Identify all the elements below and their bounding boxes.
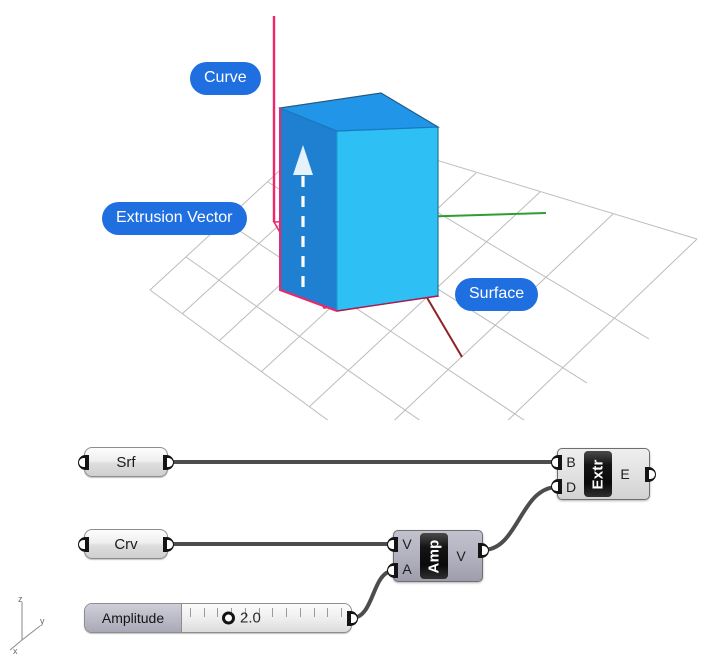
slider-track[interactable]: 2.0 [182,604,351,632]
slider-tick [217,608,219,617]
slider-knob[interactable] [222,611,235,625]
extrude-output-ports: E [612,449,638,499]
gizmo-label-y: y [40,616,45,626]
wire-slider-to-amp-a [351,569,393,620]
slider-tick [203,608,205,617]
axis-gizmo: z y x [9,596,45,656]
slider-tick [190,608,191,617]
amp-input-a[interactable]: A [402,562,411,576]
amp-input-v[interactable]: V [402,537,411,551]
component-extrude[interactable]: B D Extr E [557,448,650,500]
extrude-input-b-nub[interactable] [551,455,562,470]
extrude-input-d-nub[interactable] [551,479,562,494]
param-srf-input-nub[interactable] [78,455,89,470]
amp-input-a-nub[interactable] [387,563,398,578]
component-amplitude[interactable]: V A Amp V [393,530,483,582]
slider-tick [313,608,315,617]
node-canvas[interactable]: Srf Crv B D Extr E V A Amp V Amplitude 2… [0,415,723,659]
param-crv-input-nub[interactable] [78,537,89,552]
gizmo-label-x: x [13,646,18,656]
param-crv[interactable]: Crv [84,529,168,559]
slider-tick [299,608,301,617]
extrude-nucleus[interactable]: Extr [584,451,612,497]
slider-ticks [190,608,342,617]
amp-nucleus[interactable]: Amp [420,533,448,579]
extrude-input-b[interactable]: B [566,455,575,469]
extrude-output-e[interactable]: E [620,467,629,481]
amp-output-v[interactable]: V [456,549,465,563]
number-slider-amplitude[interactable]: Amplitude 2.0 [84,603,352,633]
wire-amp-to-extrude-d [482,485,557,552]
param-srf[interactable]: Srf [84,447,168,477]
gizmo-label-z: z [18,596,23,604]
slider-name: Amplitude [85,604,182,632]
amp-input-v-nub[interactable] [387,537,398,552]
slider-tick [327,608,329,617]
slider-tick [272,608,274,617]
label-curve: Curve [190,62,261,95]
label-extrusion-vector: Extrusion Vector [102,202,247,235]
param-crv-label: Crv [114,535,138,553]
slider-tick [286,608,288,617]
slider-value: 2.0 [240,609,261,627]
viewport-3d[interactable]: Curve Extrusion Vector Surface [0,0,723,420]
amp-nucleus-label: Amp [425,539,443,573]
box-face-front [336,126,439,312]
extrude-input-d[interactable]: D [566,480,576,494]
amp-output-ports: V [448,531,474,581]
param-srf-label: Srf [116,453,136,471]
box-face-left [279,107,338,312]
gizmo-axis-y [21,625,41,641]
slider-tick [341,608,342,617]
extrude-nucleus-label: Extr [589,459,607,489]
label-surface: Surface [455,278,539,311]
